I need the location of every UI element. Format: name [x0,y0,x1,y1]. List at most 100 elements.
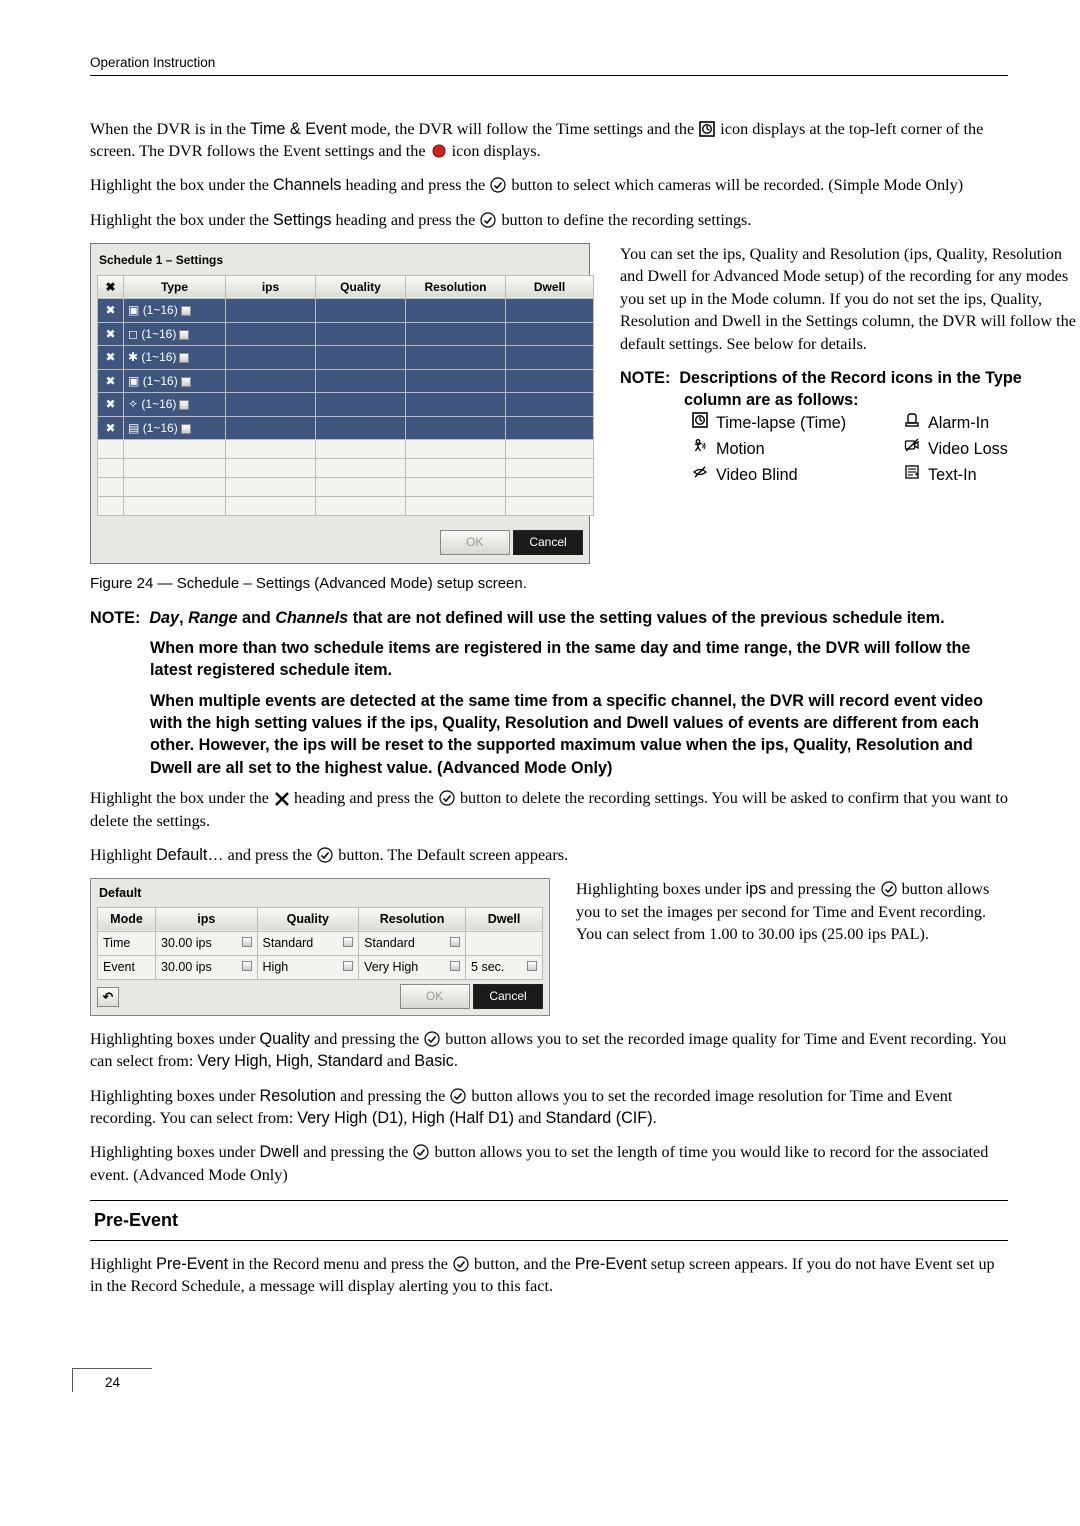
row-delete-button[interactable]: ✖ [98,369,124,393]
x-icon [274,791,289,806]
col-delete[interactable]: ✖ [98,275,124,299]
col-ips: ips [156,907,258,931]
row-delete-button[interactable]: ✖ [98,393,124,417]
text-in-icon [896,464,928,486]
para-default: Highlight Default… and press the button.… [90,844,1008,866]
row-delete-button[interactable]: ✖ [98,416,124,440]
legend-video-blind: Video Blind [716,464,896,486]
col-quality: Quality [316,275,406,299]
chevron-down-icon [527,961,537,971]
ok-button[interactable]: OK [400,984,470,1009]
row-delete-button[interactable]: ✖ [98,322,124,346]
col-resolution: Resolution [406,275,506,299]
type-cell[interactable]: ✧ (1~16) [124,393,226,417]
enter-icon [450,1088,466,1104]
label-quality: Quality [260,1030,310,1048]
legend-video-loss: Video Loss [928,438,1078,460]
chevron-down-icon [343,937,353,947]
label-ips: ips [746,880,767,898]
cell-resolution[interactable]: Very High [359,956,466,980]
enter-icon [317,847,333,863]
para-quality: Highlighting boxes under Quality and pre… [90,1028,1008,1073]
motion-icon [684,438,716,460]
enter-icon [413,1144,429,1160]
type-cell[interactable]: ▣ (1~16) [124,299,226,323]
schedule-table: ✖ Type ips Quality Resolution Dwell ✖▣ (… [97,275,594,517]
label-resolution: Resolution [260,1087,337,1105]
row-delete-button[interactable]: ✖ [98,346,124,370]
chevron-down-icon [242,937,252,947]
para-dwell: Highlighting boxes under Dwell and press… [90,1141,1008,1186]
cell-mode: Event [98,956,156,980]
cell-resolution[interactable]: Standard [359,931,466,955]
clock-icon [684,412,716,434]
section-pre-event: Pre-Event [90,1200,1008,1241]
note-type-icons: NOTE: Descriptions of the Record icons i… [620,367,1078,412]
col-mode: Mode [98,907,156,931]
col-resolution: Resolution [359,907,466,931]
enter-icon [490,177,506,193]
figure-caption: Figure 24 — Schedule – Settings (Advance… [90,574,1008,595]
clock-icon [699,121,715,137]
legend-motion: Motion [716,438,896,460]
para-resolution: Highlighting boxes under Resolution and … [90,1085,1008,1130]
chevron-down-icon [450,937,460,947]
para-pre-event: Highlight Pre-Event in the Record menu a… [90,1253,1008,1298]
cell-dwell[interactable]: 5 sec. [466,956,543,980]
col-ips: ips [226,275,316,299]
type-icon-legend: Time-lapse (Time) Alarm-In Motion Video … [684,412,1078,487]
chevron-down-icon [343,961,353,971]
cell-ips[interactable]: 30.00 ips [156,931,258,955]
para-channels: Highlight the box under the Channels hea… [90,174,1008,196]
default-title: Default [99,885,543,902]
video-loss-icon [896,438,928,460]
label-dwell: Dwell [260,1143,300,1161]
row-delete-button[interactable]: ✖ [98,299,124,323]
video-blind-icon [684,464,716,486]
cell-dwell[interactable] [466,931,543,955]
label-channels: Channels [273,176,341,194]
chevron-down-icon [450,961,460,971]
note-two-items: When more than two schedule items are re… [90,637,1008,682]
ok-button[interactable]: OK [440,530,510,555]
para-settings: Highlight the box under the Settings hea… [90,209,1008,231]
label-default: Default… [156,846,223,864]
legend-time: Time-lapse (Time) [716,412,896,434]
label-time-event: Time & Event [250,120,347,138]
cancel-button[interactable]: Cancel [513,530,583,555]
cell-quality[interactable]: High [257,956,359,980]
para-ips: Highlighting boxes under ips and pressin… [576,878,1008,945]
note-multi-events: When multiple events are detected at the… [90,690,1008,779]
type-cell[interactable]: ◻ (1~16) [124,322,226,346]
red-dot-icon [431,143,447,159]
para-time-event: When the DVR is in the Time & Event mode… [90,118,1008,163]
undo-button[interactable]: ↶ [97,987,119,1007]
schedule-title: Schedule 1 – Settings [99,252,583,269]
enter-icon [480,212,496,228]
col-quality: Quality [257,907,359,931]
enter-icon [881,881,897,897]
cancel-button[interactable]: Cancel [473,984,543,1009]
type-cell[interactable]: ▤ (1~16) [124,416,226,440]
label-settings: Settings [273,211,332,229]
chevron-down-icon [242,961,252,971]
legend-alarm: Alarm-In [928,412,1078,434]
schedule-settings-dialog: Schedule 1 – Settings ✖ Type ips Quality… [90,243,590,564]
schedule-side-text: You can set the ips, Quality and Resolut… [620,243,1078,355]
default-table: Mode ips Quality Resolution Dwell Time 3… [97,907,543,981]
note-day-range: NOTE: Day, Range and Channels that are n… [90,607,1008,629]
default-dialog: Default Mode ips Quality Resolution Dwel… [90,878,550,1016]
page-number: 24 [72,1368,152,1393]
cell-ips[interactable]: 30.00 ips [156,956,258,980]
legend-text-in: Text-In [928,464,1078,486]
col-type: Type [124,275,226,299]
enter-icon [453,1256,469,1272]
cell-mode: Time [98,931,156,955]
cell-quality[interactable]: Standard [257,931,359,955]
type-cell[interactable]: ▣ (1~16) [124,369,226,393]
running-header: Operation Instruction [90,54,1008,76]
enter-icon [439,790,455,806]
para-delete-x: Highlight the box under the heading and … [90,787,1008,832]
alarm-icon [896,412,928,434]
type-cell[interactable]: ✱ (1~16) [124,346,226,370]
